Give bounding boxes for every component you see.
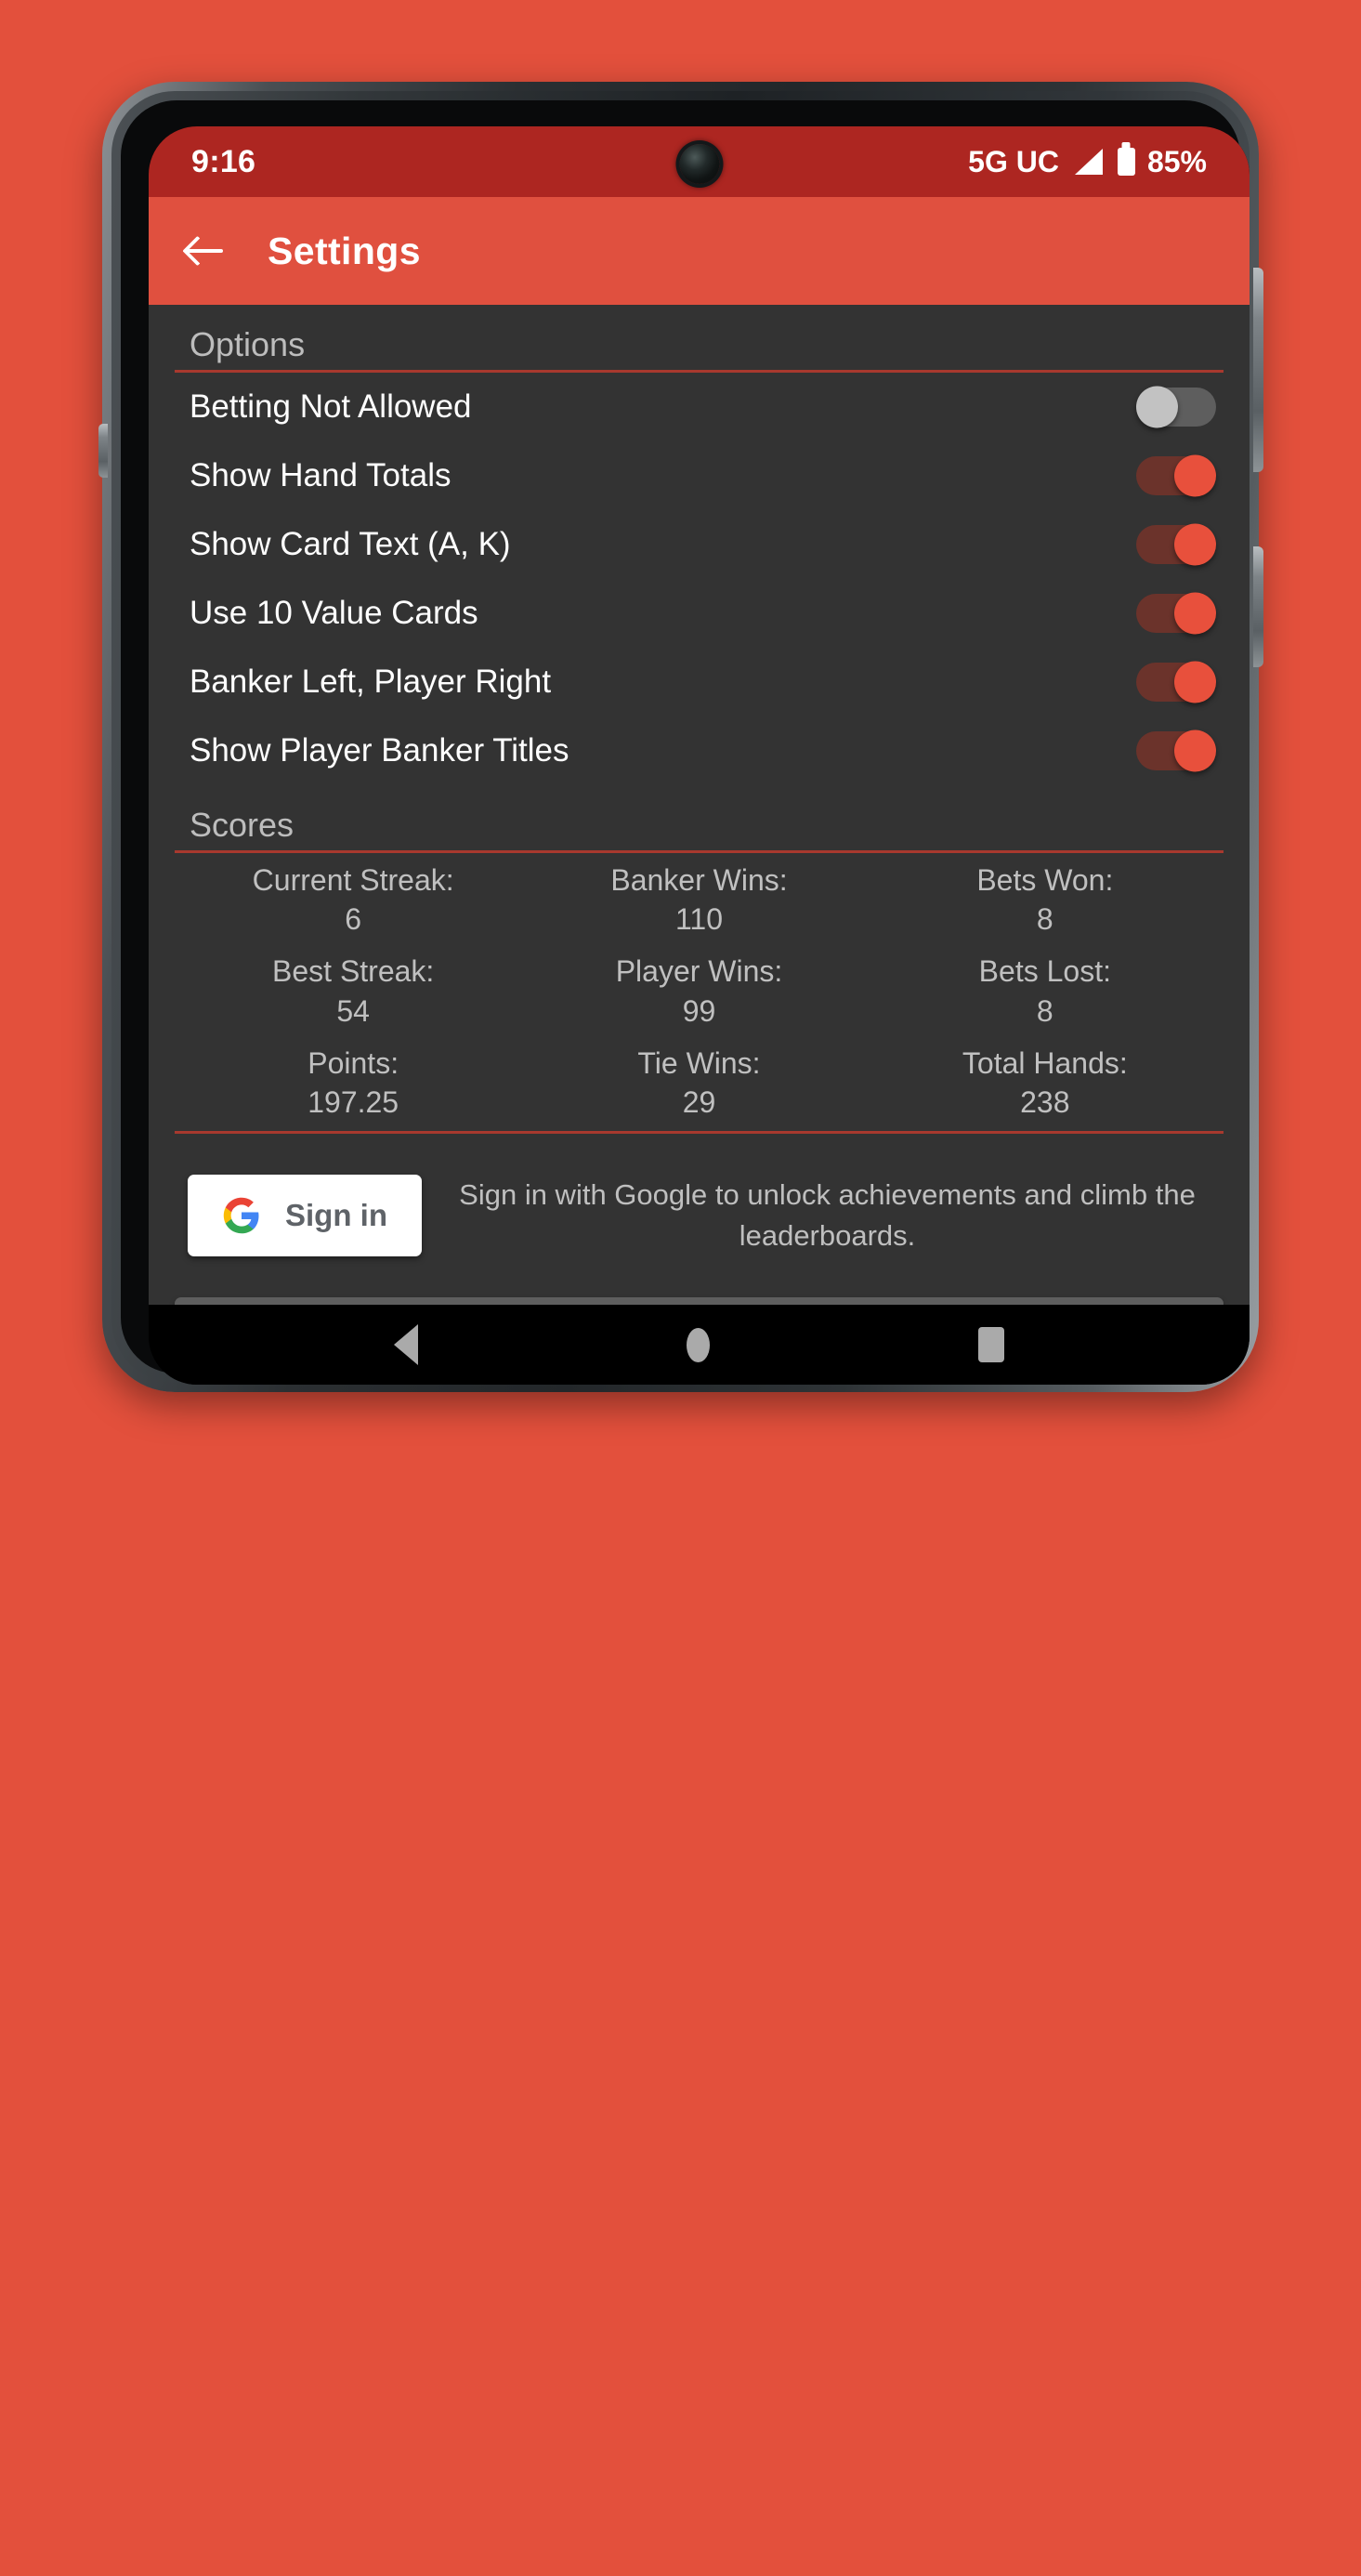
toggle-thumb [1136, 386, 1178, 428]
stat-label: Tie Wins: [637, 1045, 761, 1080]
phone-screen: 9:16 5G UC 85% Settings Options Betting … [149, 126, 1250, 1385]
option-row-show-card-text[interactable]: Show Card Text (A, K) [149, 510, 1250, 579]
stat-best-streak: Best Streak: 54 [180, 952, 526, 1030]
stat-player-wins: Player Wins: 99 [526, 952, 871, 1030]
google-sign-in-label: Sign in [285, 1198, 387, 1233]
stat-points: Points: 197.25 [180, 1044, 526, 1122]
option-row-use-10-value-cards[interactable]: Use 10 Value Cards [149, 579, 1250, 648]
toggle-thumb [1174, 661, 1216, 703]
settings-scroll-content[interactable]: Options Betting Not Allowed Show Hand To… [149, 305, 1250, 1305]
toggle-thumb [1174, 729, 1216, 772]
status-bar: 9:16 5G UC 85% [149, 126, 1250, 197]
stat-bets-won: Bets Won: 8 [872, 861, 1218, 939]
toggle-banker-left-player-right[interactable] [1136, 661, 1216, 703]
toggle-show-card-text[interactable] [1136, 523, 1216, 566]
toggle-show-hand-totals[interactable] [1136, 454, 1216, 497]
stat-label: Bets Lost: [978, 954, 1111, 989]
stat-value: 54 [336, 993, 370, 1028]
option-row-banker-left-player-right[interactable]: Banker Left, Player Right [149, 648, 1250, 716]
volume-rocker-button[interactable] [1253, 268, 1263, 472]
toggle-betting-not-allowed[interactable] [1136, 386, 1216, 428]
signin-description: Sign in with Google to unlock achievemen… [459, 1178, 1196, 1253]
mute-switch-button[interactable] [98, 424, 108, 478]
option-label: Use 10 Value Cards [190, 595, 478, 631]
stat-value: 99 [682, 993, 716, 1028]
option-row-show-hand-totals[interactable]: Show Hand Totals [149, 441, 1250, 510]
stat-banker-wins: Banker Wins: 110 [526, 861, 871, 939]
stat-value: 8 [1036, 902, 1053, 937]
option-label: Show Hand Totals [190, 457, 451, 493]
battery-icon [1117, 148, 1135, 176]
option-label: Show Player Banker Titles [190, 732, 569, 769]
back-arrow-icon[interactable] [184, 230, 227, 272]
nav-back-icon[interactable] [394, 1324, 419, 1365]
front-camera-punch-hole [679, 144, 719, 184]
option-label: Show Card Text (A, K) [190, 526, 511, 562]
stat-label: Banker Wins: [610, 863, 788, 897]
scores-section-title: Scores [190, 806, 294, 844]
stat-current-streak: Current Streak: 6 [180, 861, 526, 939]
status-indicators: 5G UC 85% [968, 145, 1207, 179]
stat-value: 29 [682, 1085, 716, 1120]
toggle-thumb [1174, 523, 1216, 566]
battery-percent-label: 85% [1146, 144, 1207, 178]
stat-value: 6 [345, 902, 362, 937]
stat-label: Bets Won: [976, 863, 1114, 897]
stat-value: 238 [1020, 1085, 1070, 1120]
phone-bezel: 9:16 5G UC 85% Settings Options Betting … [121, 100, 1250, 1385]
nav-home-icon[interactable] [686, 1327, 710, 1362]
stat-label: Player Wins: [615, 954, 783, 989]
option-row-show-player-banker-titles[interactable]: Show Player Banker Titles [149, 716, 1250, 785]
stat-label: Total Hands: [962, 1045, 1128, 1080]
stat-label: Best Streak: [272, 954, 435, 989]
toggle-thumb [1174, 454, 1216, 497]
network-type-label: 5G UC [968, 144, 1059, 178]
google-signin-block: Sign in Sign in with Google to unlock ac… [149, 1134, 1250, 1297]
stat-total-hands: Total Hands: 238 [872, 1044, 1218, 1122]
options-section-title: Options [190, 325, 306, 363]
option-row-betting-not-allowed[interactable]: Betting Not Allowed [149, 373, 1250, 441]
app-bar: Settings [149, 197, 1250, 305]
stat-value: 8 [1036, 993, 1053, 1028]
achievements-button[interactable]: ACHIEVEMENTS [175, 1297, 1224, 1305]
stat-value: 110 [674, 902, 723, 937]
toggle-thumb [1174, 592, 1216, 635]
nav-recent-apps-icon[interactable] [977, 1327, 1004, 1362]
power-button[interactable] [1253, 546, 1263, 667]
stat-tie-wins: Tie Wins: 29 [526, 1044, 871, 1122]
stat-label: Current Streak: [252, 863, 454, 897]
action-button-list: ACHIEVEMENTS LEADERBOARDS RARE CARDS PRA… [149, 1297, 1250, 1305]
stat-label: Points: [308, 1045, 399, 1080]
stat-bets-lost: Bets Lost: 8 [872, 952, 1218, 1030]
google-sign-in-button[interactable]: Sign in [188, 1175, 422, 1257]
scores-grid: Current Streak: 6 Banker Wins: 110 Bets … [149, 853, 1250, 1131]
android-navigation-bar [149, 1305, 1250, 1385]
signal-bars-icon [1074, 149, 1103, 175]
google-g-icon [223, 1198, 259, 1234]
status-time: 9:16 [191, 143, 256, 179]
toggle-use-10-value-cards[interactable] [1136, 592, 1216, 635]
toggle-show-player-banker-titles[interactable] [1136, 729, 1216, 772]
stat-value: 197.25 [308, 1085, 399, 1120]
option-label: Betting Not Allowed [190, 388, 472, 425]
option-label: Banker Left, Player Right [190, 664, 552, 700]
page-title: Settings [268, 229, 421, 272]
phone-frame: 9:16 5G UC 85% Settings Options Betting … [98, 82, 1263, 1392]
